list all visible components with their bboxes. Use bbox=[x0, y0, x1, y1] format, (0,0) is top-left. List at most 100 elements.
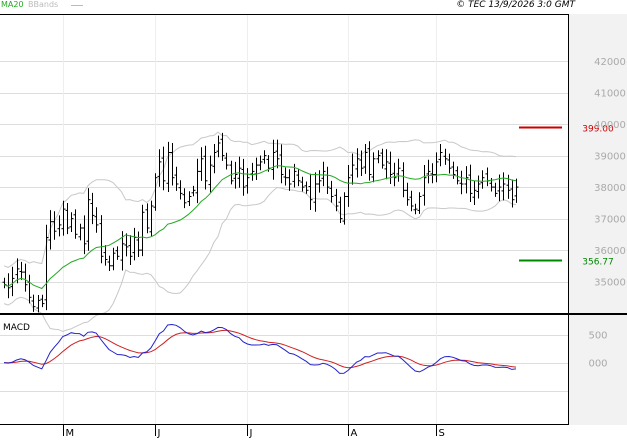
price-tick-label: 41000 bbox=[594, 89, 626, 100]
price-bar bbox=[199, 147, 204, 181]
price-bar bbox=[451, 161, 456, 179]
price-bar bbox=[417, 192, 422, 214]
price-bar bbox=[36, 295, 41, 313]
price-bar bbox=[182, 188, 187, 209]
price-bar bbox=[254, 157, 259, 180]
support-level-label: 356.77 bbox=[582, 258, 614, 268]
price-bar bbox=[396, 158, 401, 182]
price-bar bbox=[422, 165, 427, 206]
price-bar bbox=[426, 159, 431, 184]
price-bar bbox=[107, 255, 112, 271]
price-bar bbox=[52, 211, 57, 240]
price-bar bbox=[355, 148, 360, 178]
price-bars bbox=[2, 132, 519, 313]
price-bar bbox=[350, 153, 355, 185]
price-bar bbox=[136, 231, 141, 257]
month-tick-label: J bbox=[249, 428, 253, 439]
price-bar bbox=[216, 135, 221, 158]
price-tick-label: 40000 bbox=[594, 120, 626, 131]
price-tick-label: 36000 bbox=[594, 246, 626, 257]
price-bar bbox=[187, 191, 192, 206]
price-tick-label: 42000 bbox=[594, 57, 626, 68]
price-bar bbox=[430, 163, 435, 184]
price-bar bbox=[317, 170, 322, 193]
price-bar bbox=[10, 266, 15, 297]
price-bar bbox=[313, 172, 318, 212]
price-bar bbox=[99, 215, 104, 264]
month-tick-label: A bbox=[351, 428, 358, 439]
price-bar bbox=[237, 156, 242, 188]
price-bar bbox=[23, 263, 28, 292]
month-tick-label: S bbox=[439, 428, 445, 439]
price-bar bbox=[203, 145, 208, 190]
price-bar bbox=[195, 158, 200, 204]
price-bar bbox=[346, 165, 351, 207]
price-bar bbox=[468, 164, 473, 202]
price-bar bbox=[283, 167, 288, 186]
price-bar bbox=[300, 176, 305, 192]
price-bar bbox=[145, 203, 150, 234]
price-bar bbox=[464, 166, 469, 194]
price-bar bbox=[438, 144, 443, 167]
chart-area: 399.00356.773500036000370003800039000400… bbox=[0, 14, 627, 440]
price-bar bbox=[82, 215, 87, 255]
price-bar bbox=[329, 180, 334, 203]
legend-bbands: BBands bbox=[28, 0, 59, 9]
price-bar bbox=[321, 161, 326, 187]
price-bar bbox=[69, 212, 74, 232]
macd-line bbox=[3, 323, 517, 374]
price-bar bbox=[245, 168, 250, 194]
price-bar bbox=[401, 162, 406, 198]
price-bar bbox=[161, 146, 166, 191]
price-bar bbox=[178, 180, 183, 200]
price-bar bbox=[325, 166, 330, 194]
price-bar bbox=[413, 203, 418, 215]
price-bar bbox=[166, 141, 171, 192]
price-bar bbox=[480, 170, 485, 189]
price-bar bbox=[493, 182, 498, 197]
legend-bbands-swatch bbox=[71, 5, 83, 6]
price-bar bbox=[241, 158, 246, 196]
price-bar bbox=[115, 246, 120, 260]
price-bar bbox=[57, 215, 62, 237]
price-bar bbox=[19, 261, 24, 280]
price-bar bbox=[459, 170, 464, 195]
price-bar bbox=[405, 182, 410, 206]
price-bar bbox=[149, 200, 154, 237]
price-bar bbox=[27, 274, 32, 304]
price-bar bbox=[296, 168, 301, 187]
bband-lower-line bbox=[3, 187, 517, 333]
price-bar bbox=[229, 160, 234, 185]
price-bar bbox=[48, 210, 53, 250]
bband-upper-line bbox=[3, 131, 517, 268]
price-bar bbox=[485, 167, 490, 187]
price-bar bbox=[73, 209, 78, 239]
price-bar bbox=[514, 178, 519, 203]
x-axis-panel bbox=[0, 425, 568, 440]
price-bar bbox=[262, 150, 267, 164]
price-bar bbox=[103, 245, 108, 266]
price-bar bbox=[208, 155, 213, 193]
macd-tick-label: 500 bbox=[588, 331, 607, 342]
price-bar bbox=[367, 141, 372, 181]
macd-title: MACD bbox=[3, 323, 30, 333]
copyright-text: © TEC 13/9/2026 3:0 GMT bbox=[456, 0, 575, 10]
price-bar bbox=[233, 161, 238, 189]
price-bar bbox=[384, 149, 389, 180]
legend-ma20: MA20 bbox=[1, 0, 24, 9]
price-bar bbox=[279, 144, 284, 184]
price-bar bbox=[65, 203, 70, 235]
price-bar bbox=[501, 172, 506, 201]
price-bar bbox=[44, 224, 49, 311]
month-tick-label: J bbox=[157, 428, 161, 439]
price-bar bbox=[78, 223, 83, 241]
price-bar bbox=[170, 143, 175, 186]
price-bar bbox=[308, 173, 313, 210]
price-bar bbox=[271, 139, 276, 180]
price-tick-label: 37000 bbox=[594, 215, 626, 226]
price-bar bbox=[212, 144, 217, 174]
price-tick-label: 35000 bbox=[594, 278, 626, 289]
price-bar bbox=[363, 144, 368, 174]
price-bar bbox=[258, 155, 263, 171]
price-bar bbox=[132, 227, 137, 261]
